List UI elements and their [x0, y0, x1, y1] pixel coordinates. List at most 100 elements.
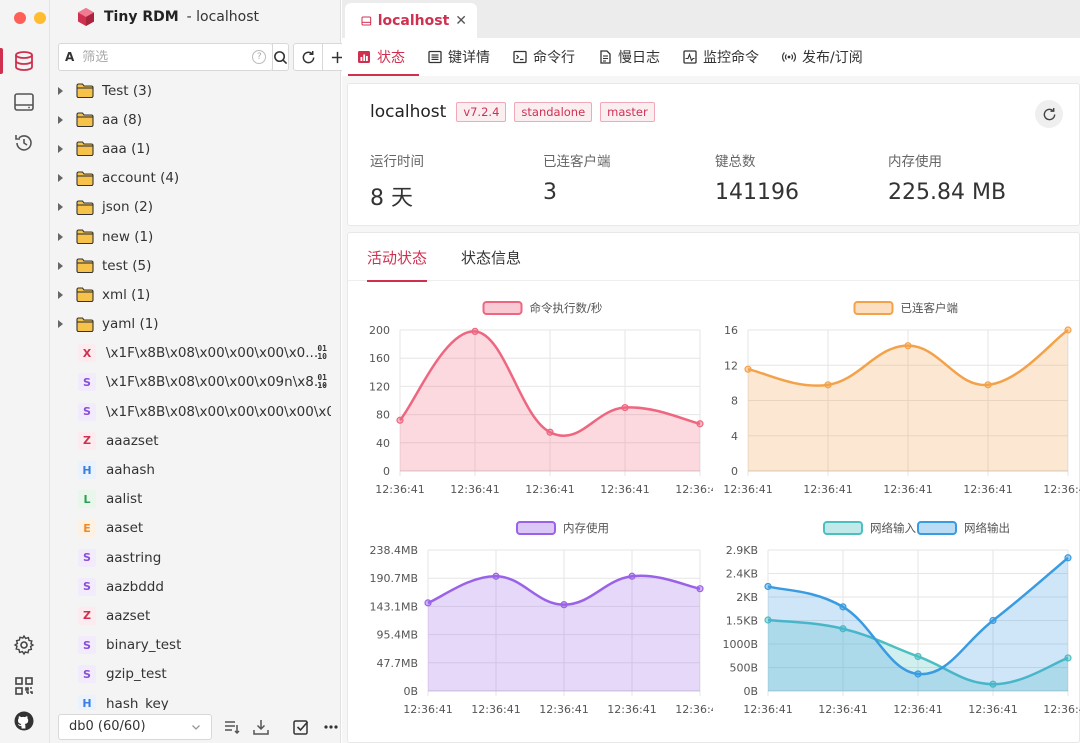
chart-1: 已连客户端 0 4 8 12 16 12:36:41 12:36:41 12:36:41 12:3… — [713, 295, 1080, 505]
tree-key[interactable]: S \x1F\x8B\x08\x00\x00\x00\x00\x0... — [50, 397, 341, 426]
close-window-button[interactable] — [14, 12, 26, 24]
tab-status-info[interactable]: 状态信息 — [461, 233, 521, 281]
data-point[interactable] — [764, 582, 772, 591]
data-point[interactable] — [1064, 326, 1072, 334]
subtab-terminal[interactable]: 命令行 — [504, 38, 589, 76]
subtab-key-detail[interactable]: 键详情 — [419, 38, 504, 76]
filter-options-button[interactable] — [222, 717, 242, 737]
data-point[interactable] — [424, 599, 432, 607]
minimize-window-button[interactable] — [34, 12, 46, 24]
caret-right-icon[interactable] — [58, 86, 64, 95]
data-point[interactable] — [989, 616, 997, 625]
refresh-status-button[interactable] — [1035, 100, 1063, 128]
reload-button[interactable] — [293, 43, 324, 71]
binary-icon: 01 10 — [317, 344, 327, 362]
history-icon[interactable] — [12, 131, 36, 155]
tree-folder[interactable]: new (1) — [50, 222, 341, 251]
tree-folder[interactable]: json (2) — [50, 193, 341, 222]
database-icon[interactable] — [12, 49, 36, 73]
tree-folder[interactable]: Test (3) — [50, 76, 341, 105]
tree-folder[interactable]: test (5) — [50, 251, 341, 280]
data-point[interactable] — [471, 327, 479, 336]
tab-localhost[interactable]: localhost ✕ — [345, 3, 477, 39]
filter-input[interactable] — [82, 49, 253, 65]
folder-label: Test (3) — [102, 82, 152, 99]
data-point[interactable] — [546, 428, 554, 436]
data-point[interactable] — [628, 572, 636, 580]
chart-legend[interactable]: 网络输入 网络输出 — [823, 521, 1010, 535]
tree-folder[interactable]: xml (1) — [50, 280, 341, 309]
data-point[interactable] — [984, 381, 992, 389]
data-point[interactable] — [914, 670, 922, 678]
data-point[interactable] — [396, 416, 404, 424]
apps-grid-icon[interactable] — [12, 674, 36, 698]
caret-right-icon[interactable] — [58, 203, 64, 212]
data-point[interactable] — [904, 342, 912, 350]
tree-key[interactable]: Sbinary_test — [50, 631, 341, 660]
caret-right-icon[interactable] — [58, 115, 64, 124]
more-button[interactable] — [321, 717, 341, 737]
tree-key[interactable]: Zaaazset — [50, 426, 341, 455]
stat-value: 225.84 MB — [888, 180, 1007, 205]
subtab-broadcast[interactable]: 发布/订阅 — [773, 38, 877, 76]
key-label: aalist — [106, 491, 143, 508]
app-title: Tiny RDM - localhost — [76, 7, 259, 27]
data-point[interactable] — [492, 572, 500, 580]
tab-activity[interactable]: 活动状态 — [367, 233, 428, 282]
tree-key[interactable]: Eaaset — [50, 514, 341, 543]
tree-folder[interactable]: aa (8) — [50, 105, 341, 134]
subtab-log[interactable]: 慢日志 — [589, 38, 674, 76]
close-tab-icon[interactable]: ✕ — [455, 13, 467, 29]
data-point[interactable] — [744, 365, 752, 373]
caret-right-icon[interactable] — [58, 290, 64, 299]
github-icon[interactable] — [12, 709, 36, 733]
chart-legend[interactable]: 内存使用 — [516, 521, 609, 535]
chart-legend[interactable]: 已连客户端 — [853, 301, 959, 315]
tree-folder[interactable]: aaa (1) — [50, 134, 341, 163]
match-mode-toggle[interactable]: A — [65, 50, 74, 64]
tree-key[interactable]: Laalist — [50, 485, 341, 514]
data-point[interactable] — [914, 652, 922, 661]
help-icon[interactable]: ? — [252, 50, 267, 64]
caret-right-icon[interactable] — [58, 320, 64, 329]
tree-key[interactable]: X \x1F\x8B\x08\x00\x00\x00\x0... 01 10 — [50, 339, 341, 368]
subtab-monitor[interactable]: 监控命令 — [674, 38, 773, 76]
chart-legend[interactable]: 命令执行数/秒 — [482, 301, 603, 315]
data-point[interactable] — [1064, 554, 1072, 562]
tree-folder[interactable]: account (4) — [50, 164, 341, 193]
caret-right-icon[interactable] — [58, 232, 64, 241]
x-tick-label: 12:36:41 — [883, 483, 932, 496]
y-tick-label: 12 — [724, 359, 738, 372]
tree-key[interactable]: Hhash_key — [50, 689, 341, 710]
search-button[interactable] — [272, 43, 290, 71]
caret-right-icon[interactable] — [58, 261, 64, 270]
subtab-label: 状态 — [377, 50, 405, 66]
tree-key[interactable]: S \x1F\x8B\x08\x00\x00\x09n\x8... 01 10 — [50, 368, 341, 397]
x-tick-label: 12:36:41 — [723, 483, 772, 496]
tree-key[interactable]: Zaazset — [50, 601, 341, 630]
stat-keys: 键总数 141196 — [715, 150, 799, 205]
caret-right-icon[interactable] — [58, 174, 64, 183]
tree-folder[interactable]: yaml (1) — [50, 310, 341, 339]
data-point[interactable] — [839, 603, 847, 611]
data-point[interactable] — [621, 403, 629, 412]
batch-select-button[interactable] — [291, 717, 311, 737]
checkbox-icon — [293, 719, 309, 735]
data-point[interactable] — [696, 585, 704, 593]
y-tick-label: 0 — [383, 465, 390, 478]
subtab-status[interactable]: 状态 — [348, 38, 419, 76]
tab-label: localhost — [377, 13, 450, 29]
tree-key[interactable]: Sgzip_test — [50, 660, 341, 689]
database-select[interactable]: db0 (60/60) — [58, 713, 212, 740]
caret-right-icon[interactable] — [58, 144, 64, 153]
data-point[interactable] — [696, 420, 704, 428]
key-label: aazset — [106, 607, 151, 624]
server-icon[interactable] — [12, 90, 36, 114]
data-point[interactable] — [560, 601, 568, 609]
import-button[interactable] — [252, 717, 272, 737]
tree-key[interactable]: Saazbddd — [50, 572, 341, 601]
tree-key[interactable]: Saastring — [50, 543, 341, 572]
data-point[interactable] — [824, 381, 832, 389]
settings-icon[interactable] — [12, 633, 36, 657]
tree-key[interactable]: Haahash — [50, 455, 341, 484]
